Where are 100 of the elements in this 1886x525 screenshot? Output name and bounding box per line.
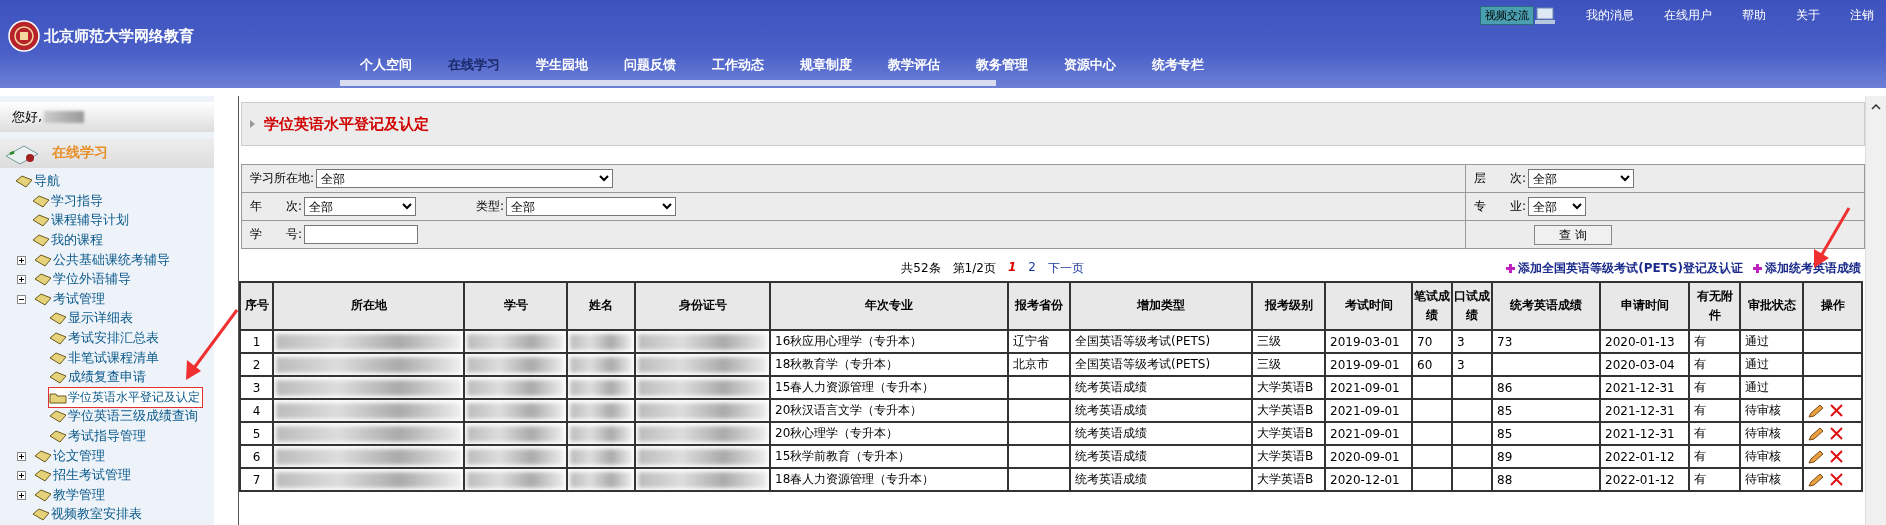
nav-tab[interactable]: 工作动态 bbox=[712, 56, 764, 74]
page-title: 学位英语水平登记及认定 bbox=[264, 114, 429, 134]
delete-icon[interactable] bbox=[1830, 450, 1843, 464]
delete-icon[interactable] bbox=[1830, 427, 1843, 441]
book-icon bbox=[32, 194, 50, 208]
table-cell: 2020-01-13 bbox=[1600, 330, 1689, 353]
header-link[interactable]: 在线用户 bbox=[1664, 7, 1712, 24]
tree-item[interactable]: 学位英语水平登记及认定 bbox=[48, 386, 203, 408]
year-dropdown[interactable]: 全部 bbox=[304, 197, 417, 216]
filter-label: 类型: bbox=[476, 198, 505, 215]
book-icon bbox=[32, 214, 50, 228]
scrollbar[interactable] bbox=[1865, 96, 1886, 525]
tree-item[interactable]: 导航 bbox=[14, 172, 61, 192]
nav-tab[interactable]: 学生园地 bbox=[536, 56, 588, 74]
table-cell: 2021-12-31 bbox=[1600, 422, 1689, 445]
tree-item[interactable]: 考试安排汇总表 bbox=[48, 329, 160, 349]
table-cell: 18秋教育学（专升本） bbox=[770, 353, 1008, 376]
table-cell: 大学英语B bbox=[1252, 376, 1325, 399]
table-cell bbox=[1412, 422, 1452, 445]
nav-tab[interactable]: 规章制度 bbox=[800, 56, 852, 74]
tree-item[interactable]: 视频教室安排表 bbox=[31, 505, 143, 525]
table-cell: 16秋应用心理学（专升本） bbox=[770, 330, 1008, 353]
page-link[interactable]: 2 bbox=[1028, 259, 1036, 277]
table-cell: 1 bbox=[240, 330, 273, 353]
major-dropdown[interactable]: 全部 bbox=[1528, 197, 1587, 216]
table-cell: 统考英语成绩 bbox=[1070, 376, 1252, 399]
tree-item[interactable]: 公共基础课统考辅导 bbox=[33, 250, 171, 270]
video-chat-button[interactable]: 视频交流 bbox=[1480, 6, 1534, 25]
next-page-link[interactable]: 下一页 bbox=[1047, 259, 1084, 277]
total-count: 共52条 bbox=[901, 259, 941, 277]
screen-icon bbox=[1534, 6, 1556, 25]
header-link[interactable]: 关于 bbox=[1796, 7, 1820, 24]
book-icon bbox=[49, 410, 67, 424]
book-icon bbox=[34, 469, 52, 483]
page-link[interactable]: 1 bbox=[1007, 259, 1017, 277]
nav-tab[interactable]: 教学评估 bbox=[888, 56, 940, 74]
table-cell: 大学英语B bbox=[1252, 422, 1325, 445]
nav-tab[interactable]: 问题反馈 bbox=[624, 56, 676, 74]
header-link[interactable]: 帮助 bbox=[1742, 7, 1766, 24]
table-cell: 85 bbox=[1492, 399, 1600, 422]
table-cell: 通过 bbox=[1740, 353, 1803, 376]
table-cell: 有 bbox=[1689, 399, 1740, 422]
tree-item[interactable]: 考试指导管理 bbox=[48, 427, 147, 446]
filter-label: 学 号: bbox=[250, 226, 303, 243]
university-emblem-icon bbox=[8, 20, 40, 52]
tree-item[interactable]: 考试管理 bbox=[33, 289, 106, 309]
table-cell: 统考英语成绩 bbox=[1070, 422, 1252, 445]
nav-tab[interactable]: 教务管理 bbox=[976, 56, 1028, 74]
location-dropdown[interactable]: 全部 bbox=[316, 169, 614, 188]
header-link[interactable]: 注销 bbox=[1850, 7, 1874, 24]
blurred-text bbox=[570, 402, 632, 419]
triangle-icon bbox=[250, 120, 255, 128]
tree-item[interactable]: 显示详细表 bbox=[48, 309, 134, 329]
table-cell: 通过 bbox=[1740, 330, 1803, 353]
tree-item[interactable]: 我的课程 bbox=[31, 231, 104, 251]
column-header: 考试时间 bbox=[1325, 282, 1412, 330]
plus-icon bbox=[1753, 263, 1762, 273]
table-cell: 73 bbox=[1492, 330, 1600, 353]
tree-item[interactable]: 课程辅导计划 bbox=[31, 211, 130, 231]
column-header: 增加类型 bbox=[1070, 282, 1252, 330]
table-cell: 2021-12-31 bbox=[1600, 399, 1689, 422]
table-cell: 待审核 bbox=[1740, 445, 1803, 468]
tree-item[interactable]: 教学管理 bbox=[33, 485, 106, 505]
delete-icon[interactable] bbox=[1830, 473, 1843, 487]
tree-item[interactable]: 学位外语辅导 bbox=[33, 270, 132, 290]
tier-dropdown[interactable]: 全部 bbox=[1528, 169, 1635, 188]
filter-label: 层 次: bbox=[1474, 170, 1527, 187]
book-icon bbox=[34, 488, 52, 502]
book-icon bbox=[34, 273, 52, 287]
delete-icon[interactable] bbox=[1830, 404, 1843, 418]
tree-item[interactable]: 学习指导 bbox=[31, 191, 104, 211]
tree-item[interactable]: 成绩复查申请 bbox=[48, 368, 147, 388]
blurred-text bbox=[570, 333, 632, 350]
edit-pencil-icon[interactable] bbox=[1808, 449, 1824, 464]
tree-item[interactable]: 招生考试管理 bbox=[33, 466, 132, 486]
edit-pencil-icon[interactable] bbox=[1808, 426, 1824, 441]
table-cell: 86 bbox=[1492, 376, 1600, 399]
nav-tab[interactable]: 资源中心 bbox=[1064, 56, 1116, 74]
query-button[interactable]: 查 询 bbox=[1534, 224, 1612, 245]
table-cell: 2021-09-01 bbox=[1325, 422, 1412, 445]
nav-tab[interactable]: 个人空间 bbox=[360, 56, 412, 74]
table-cell bbox=[1008, 468, 1070, 491]
table-cell: 有 bbox=[1689, 445, 1740, 468]
blurred-text bbox=[570, 425, 632, 442]
student-number-field[interactable] bbox=[304, 225, 419, 244]
nav-tab[interactable]: 统考专栏 bbox=[1152, 56, 1204, 74]
tree-item[interactable]: 学位英语三级成绩查询 bbox=[48, 407, 199, 427]
tree-item[interactable]: 论文管理 bbox=[33, 446, 106, 466]
filter-label: 专 业: bbox=[1474, 198, 1527, 215]
add-link[interactable]: 添加全国英语等级考试(PETS)登记及认证 bbox=[1506, 259, 1743, 277]
table-cell bbox=[1008, 376, 1070, 399]
edit-pencil-icon[interactable] bbox=[1808, 403, 1824, 418]
type-dropdown[interactable]: 全部 bbox=[506, 197, 677, 216]
edit-pencil-icon[interactable] bbox=[1808, 472, 1824, 487]
table-cell: 统考英语成绩 bbox=[1070, 399, 1252, 422]
page-info: 第1/2页 bbox=[952, 259, 996, 277]
table-cell: 3 bbox=[1452, 330, 1492, 353]
header-link[interactable]: 我的消息 bbox=[1586, 7, 1634, 24]
column-header: 操作 bbox=[1803, 282, 1862, 330]
tree-item[interactable]: 非笔试课程清单 bbox=[48, 348, 160, 368]
